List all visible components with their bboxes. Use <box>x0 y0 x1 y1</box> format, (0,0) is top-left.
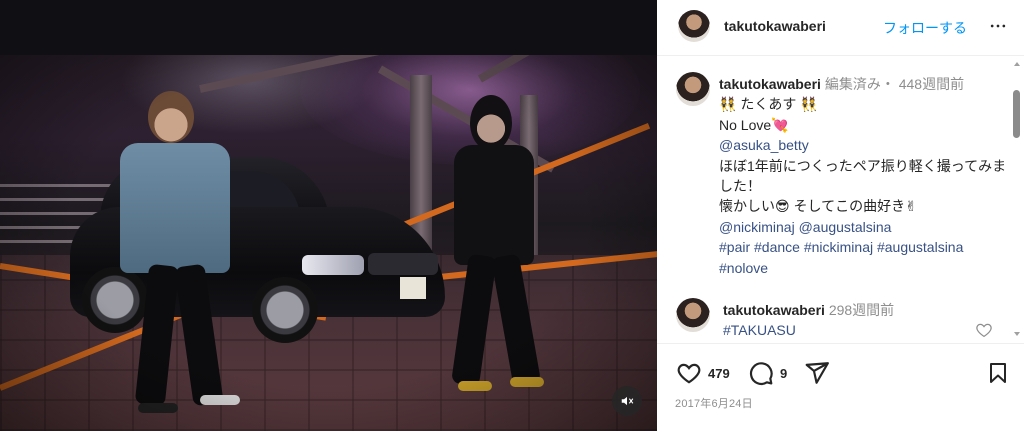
like-comment-heart-icon[interactable] <box>975 321 993 339</box>
mute-button[interactable] <box>612 386 642 416</box>
separator-dot: ・ <box>880 76 895 92</box>
more-horizontal-icon <box>990 24 1006 28</box>
comment-count[interactable]: 9 <box>780 366 787 381</box>
post-actions: 479 9 2017年6月24日 <box>657 343 1024 431</box>
scroll-up-arrow[interactable] <box>1014 62 1020 66</box>
share-paper-plane-icon[interactable] <box>804 360 830 386</box>
hashtag-link[interactable]: #nolove <box>719 258 1009 278</box>
save-bookmark-icon[interactable] <box>986 360 1010 386</box>
caption-line: ほぼ1年前につくったペア振り軽く撮ってみました！ <box>719 157 1007 195</box>
caption-line: No Love💘 <box>719 116 789 133</box>
comment-bubble-icon[interactable] <box>748 360 774 386</box>
follow-button[interactable]: フォローする <box>883 18 967 38</box>
hashtag-links[interactable]: #pair #dance #nickiminaj #augustalsina <box>719 237 1009 257</box>
comment-username[interactable]: takutokawaberi <box>723 302 825 318</box>
video-frame <box>0 55 657 431</box>
mention-link[interactable]: @asuka_betty <box>719 135 1009 155</box>
scroll-thumb[interactable] <box>1013 90 1020 138</box>
caption-line: 懐かしい😎 そしてこの曲好き✌ <box>719 198 917 215</box>
comment-hashtag[interactable]: #TAKUASU <box>723 320 894 340</box>
post-header: takutokawaberi フォローする <box>657 0 1024 56</box>
comment-timestamp[interactable]: 298週間前 <box>829 302 894 318</box>
caption-line: 👯 たくあす 👯 <box>719 96 818 113</box>
avatar[interactable] <box>678 10 710 42</box>
avatar[interactable] <box>676 72 710 106</box>
mention-link[interactable]: @augustalsina <box>799 219 892 235</box>
post-details-panel: takutokawaberi フォローする takutokawaberi 編集済… <box>657 0 1024 431</box>
more-options-button[interactable] <box>986 14 1010 38</box>
header-username[interactable]: takutokawaberi <box>724 18 826 34</box>
comments-list[interactable]: takutokawaberi 編集済み・ 448週間前 👯 たくあす 👯 No … <box>657 57 1024 342</box>
post-date[interactable]: 2017年6月24日 <box>675 395 753 411</box>
mention-link[interactable]: @nickiminaj <box>719 219 795 235</box>
like-count[interactable]: 479 <box>708 366 730 381</box>
comments-scrollbar[interactable] <box>1011 60 1021 345</box>
video-letterbox <box>0 0 657 55</box>
like-heart-icon[interactable] <box>676 360 702 386</box>
scroll-down-arrow[interactable] <box>1014 332 1020 336</box>
caption-timestamp[interactable]: 448週間前 <box>899 76 964 92</box>
avatar[interactable] <box>676 298 710 332</box>
speaker-muted-icon <box>621 396 634 406</box>
caption-username[interactable]: takutokawaberi <box>719 76 821 92</box>
post-video[interactable] <box>0 0 657 431</box>
edited-label: 編集済み <box>824 76 881 92</box>
